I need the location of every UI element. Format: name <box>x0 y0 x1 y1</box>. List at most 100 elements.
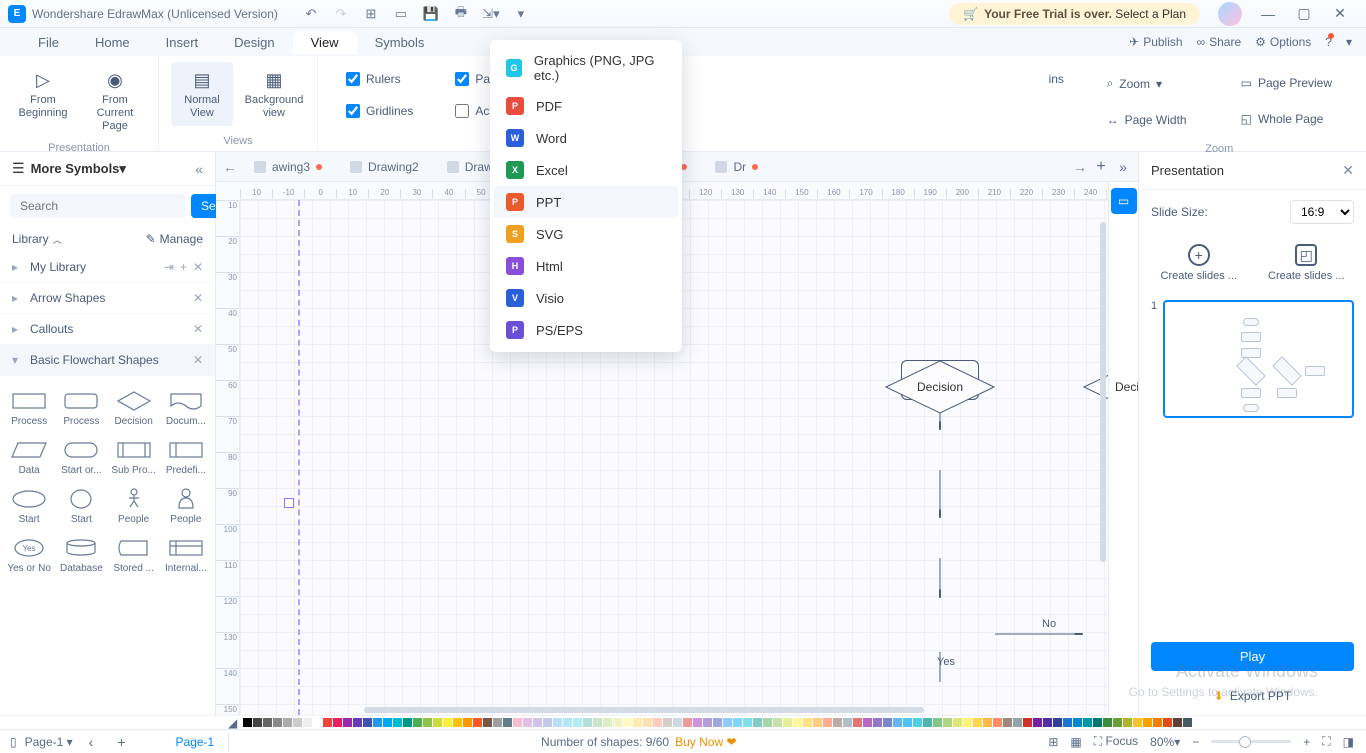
color-swatch[interactable] <box>713 718 722 727</box>
color-swatch[interactable] <box>1033 718 1042 727</box>
menu-symbols[interactable]: Symbols <box>357 31 443 54</box>
shape-yes-or-no[interactable]: YesYes or No <box>4 531 54 578</box>
prev-page-button[interactable]: ‹ <box>81 734 102 750</box>
undo-button[interactable]: ↶ <box>299 2 323 26</box>
open-button[interactable]: ▭ <box>389 2 413 26</box>
shape-data[interactable]: Data <box>4 433 54 480</box>
color-swatch[interactable] <box>333 718 342 727</box>
export-item-graphics[interactable]: GGraphics (PNG, JPG etc.) <box>494 46 678 90</box>
color-swatch[interactable] <box>603 718 612 727</box>
color-swatch[interactable] <box>1003 718 1012 727</box>
category-my-library[interactable]: ▸ My Library ⇥+✕ <box>0 252 215 283</box>
color-swatch[interactable] <box>913 718 922 727</box>
shape-sub-pro-[interactable]: Sub Pro... <box>109 433 159 480</box>
page-tab-1[interactable]: Page-1 <box>162 732 230 752</box>
panel-toggle-button[interactable]: ◨ <box>1343 735 1354 749</box>
color-swatch[interactable] <box>393 718 402 727</box>
presentation-rail-button[interactable]: ▭ <box>1111 188 1137 214</box>
color-swatch[interactable] <box>753 718 762 727</box>
user-avatar[interactable] <box>1218 2 1242 26</box>
color-swatch[interactable] <box>963 718 972 727</box>
color-swatch[interactable] <box>413 718 422 727</box>
color-swatch[interactable] <box>1063 718 1072 727</box>
color-swatch[interactable] <box>483 718 492 727</box>
color-swatch[interactable] <box>813 718 822 727</box>
trial-banner[interactable]: 🛒 Your Free Trial is over. Select a Plan <box>949 3 1200 25</box>
color-swatch[interactable] <box>573 718 582 727</box>
left-panel-collapse-button[interactable]: « <box>195 161 203 177</box>
color-swatch[interactable] <box>973 718 982 727</box>
doc-tab-1[interactable]: Drawing2 <box>336 152 433 182</box>
color-swatch[interactable] <box>513 718 522 727</box>
color-swatch[interactable] <box>833 718 842 727</box>
page-width-button[interactable]: ↔Page Width <box>1099 109 1195 131</box>
color-swatch[interactable] <box>423 718 432 727</box>
color-swatch[interactable] <box>703 718 712 727</box>
color-swatch[interactable] <box>1153 718 1162 727</box>
color-swatch[interactable] <box>293 718 302 727</box>
color-swatch[interactable] <box>1163 718 1172 727</box>
color-swatch[interactable] <box>1103 718 1112 727</box>
color-swatch[interactable] <box>633 718 642 727</box>
color-swatch[interactable] <box>363 718 372 727</box>
zoom-in-button[interactable]: + <box>1303 735 1310 749</box>
slide-size-select[interactable]: 16:9 <box>1290 200 1354 224</box>
color-swatch[interactable] <box>663 718 672 727</box>
slide-thumbnail-1[interactable] <box>1163 300 1354 418</box>
export-item-ppt[interactable]: PPPT <box>494 186 678 218</box>
color-swatch[interactable] <box>303 718 312 727</box>
symbol-search-input[interactable] <box>10 194 185 218</box>
ribbon-collapse-button[interactable]: ▾ <box>1346 35 1352 49</box>
color-swatch[interactable] <box>803 718 812 727</box>
color-swatch[interactable] <box>503 718 512 727</box>
page-preview-button[interactable]: ▭Page Preview <box>1233 72 1340 94</box>
library-dropdown[interactable]: Library ︿ <box>12 232 62 246</box>
color-swatch[interactable] <box>893 718 902 727</box>
color-swatch[interactable] <box>653 718 662 727</box>
buy-now-link[interactable]: Buy Now ❤ <box>675 735 736 749</box>
color-swatch[interactable] <box>993 718 1002 727</box>
page-nav-icon[interactable]: ▯ <box>10 735 17 749</box>
from-beginning-button[interactable]: ▷ From Beginning <box>12 62 74 126</box>
canvas-scrollbar-vertical[interactable] <box>1098 218 1108 705</box>
color-swatch[interactable] <box>313 718 322 727</box>
window-maximize[interactable]: ▢ <box>1286 0 1322 28</box>
page-selector[interactable]: Page-1 ▾ <box>25 735 73 749</box>
color-swatch[interactable] <box>1013 718 1022 727</box>
shape-people[interactable]: People <box>161 482 211 529</box>
from-current-button[interactable]: ◉ From Current Page <box>84 62 146 140</box>
color-swatch[interactable] <box>253 718 262 727</box>
shape-database[interactable]: Database <box>56 531 106 578</box>
zoom-slider[interactable] <box>1211 740 1291 743</box>
import-icon[interactable]: ⇥ <box>164 260 174 274</box>
new-tab-button[interactable]: + <box>1090 158 1112 176</box>
shape-process[interactable]: Process <box>56 384 106 431</box>
color-swatch[interactable] <box>523 718 532 727</box>
color-swatch[interactable] <box>343 718 352 727</box>
color-swatch[interactable] <box>453 718 462 727</box>
background-view-button[interactable]: ▦ Background view <box>243 62 305 126</box>
color-swatch[interactable] <box>383 718 392 727</box>
menu-insert[interactable]: Insert <box>148 31 217 54</box>
focus-button[interactable]: ⛶ Focus <box>1094 734 1138 749</box>
shape-stored-[interactable]: Stored ... <box>109 531 159 578</box>
color-swatch[interactable] <box>473 718 482 727</box>
window-close[interactable]: ✕ <box>1322 0 1358 28</box>
color-swatch[interactable] <box>263 718 272 727</box>
color-swatch[interactable] <box>643 718 652 727</box>
color-swatch[interactable] <box>1083 718 1092 727</box>
color-swatch[interactable] <box>1023 718 1032 727</box>
publish-link[interactable]: ✈Publish <box>1129 35 1182 49</box>
tabs-scroll-left[interactable]: ← <box>220 159 240 175</box>
color-swatch[interactable] <box>743 718 752 727</box>
shape-people[interactable]: People <box>109 482 159 529</box>
normal-view-button[interactable]: ▤ Normal View <box>171 62 233 126</box>
color-swatch[interactable] <box>1053 718 1062 727</box>
category-callouts[interactable]: ▸ Callouts ✕ <box>0 314 215 345</box>
gridlines-checkbox[interactable]: Gridlines <box>346 104 413 118</box>
add-page-button[interactable]: + <box>109 734 133 750</box>
window-minimize[interactable]: — <box>1250 0 1286 28</box>
color-swatch[interactable] <box>1123 718 1132 727</box>
export-item-pseps[interactable]: PPS/EPS <box>494 314 678 346</box>
redo-button[interactable]: ↷ <box>329 2 353 26</box>
